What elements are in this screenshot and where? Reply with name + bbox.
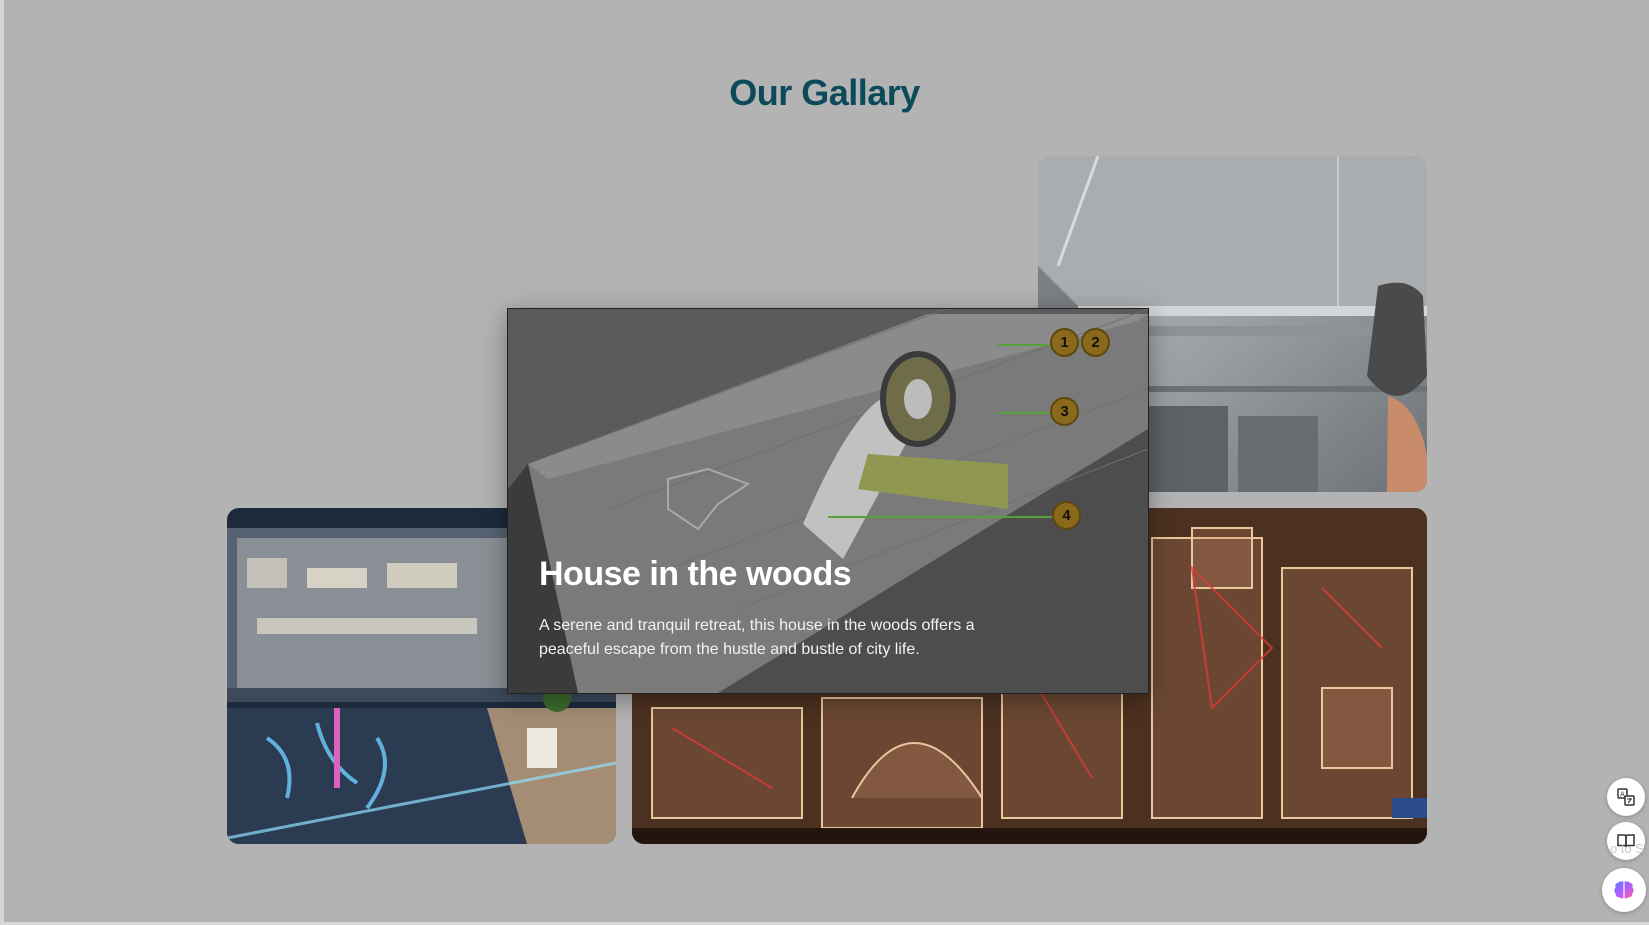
hotspot-2[interactable]: 2 — [1081, 328, 1110, 357]
image-lightbox-modal: 1 2 3 4 House in the woods A serene and … — [507, 308, 1149, 694]
hotspot-3[interactable]: 3 — [1050, 397, 1079, 426]
hotspot-4[interactable]: 4 — [1052, 501, 1081, 530]
page-left-border — [0, 0, 4, 925]
partial-hint-text: o to S — [1610, 841, 1644, 856]
ai-assistant-button[interactable] — [1602, 868, 1646, 912]
hotspot-1[interactable]: 1 — [1050, 328, 1079, 357]
modal-title: House in the woods — [539, 555, 852, 593]
brain-icon — [1614, 881, 1634, 899]
translate-icon: A — [1617, 788, 1635, 806]
modal-description: A serene and tranquil retreat, this hous… — [539, 617, 975, 658]
gallery-title: Our Gallary — [729, 72, 920, 113]
translate-button[interactable]: A — [1607, 778, 1645, 816]
